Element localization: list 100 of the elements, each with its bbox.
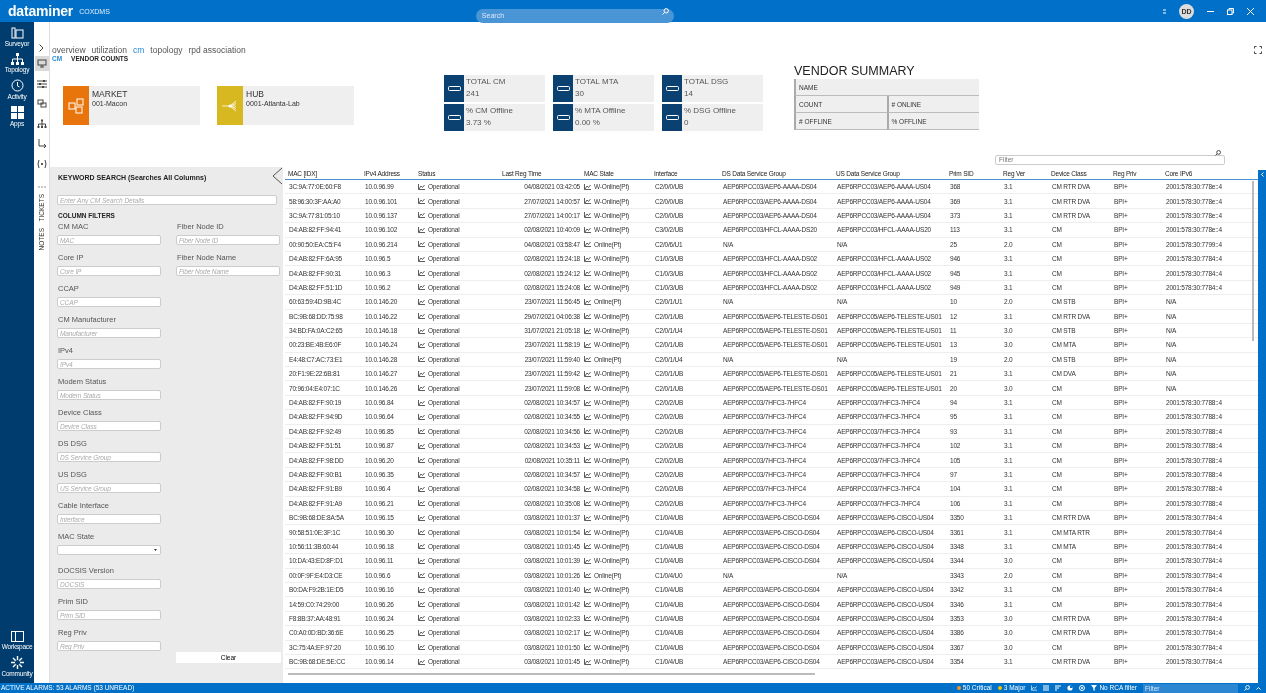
trend-icon bbox=[584, 485, 591, 492]
trend-icon bbox=[584, 226, 591, 233]
trend-icon bbox=[418, 514, 425, 521]
kpi-value: 30 bbox=[575, 89, 585, 98]
trend-icon bbox=[418, 241, 425, 248]
trend-icon bbox=[418, 658, 425, 665]
chevron-icon[interactable] bbox=[39, 44, 44, 52]
trend-icon bbox=[584, 500, 591, 507]
trend-icon[interactable] bbox=[1031, 685, 1038, 691]
layers-icon bbox=[37, 98, 47, 109]
trend-icon bbox=[418, 183, 425, 190]
trend-icon bbox=[418, 557, 425, 564]
trend-icon bbox=[584, 356, 591, 363]
trend-icon bbox=[584, 183, 591, 190]
server-icon bbox=[556, 115, 570, 120]
kpi-value: 0.00 % bbox=[575, 118, 601, 127]
tab[interactable]: overview bbox=[52, 45, 86, 55]
horizontal-scrollbar[interactable] bbox=[288, 673, 815, 676]
trend-icon bbox=[418, 457, 425, 464]
trend-icon bbox=[418, 356, 425, 363]
hub-icon bbox=[222, 99, 238, 112]
signal-icon bbox=[37, 158, 47, 169]
trend-icon bbox=[584, 241, 591, 248]
search-icon[interactable] bbox=[1244, 685, 1250, 691]
trend-icon bbox=[418, 226, 425, 233]
filter-icon[interactable] bbox=[1091, 685, 1098, 691]
collapse-icon[interactable] bbox=[272, 167, 283, 185]
kpi-label: TOTAL CM bbox=[466, 77, 506, 86]
chevron-icon bbox=[1260, 172, 1264, 177]
apps-icon bbox=[10, 106, 24, 119]
side-drawer-handle[interactable] bbox=[1258, 170, 1266, 683]
trend-icon bbox=[418, 413, 425, 420]
clock-icon bbox=[10, 79, 24, 92]
expand-icon[interactable] bbox=[1256, 686, 1261, 690]
trend-icon bbox=[584, 601, 591, 607]
pie-chart-icon[interactable] bbox=[1067, 685, 1074, 691]
connector-icon bbox=[37, 138, 47, 149]
trend-icon bbox=[418, 399, 425, 406]
trend-icon bbox=[418, 644, 425, 651]
trend-icon bbox=[584, 298, 591, 305]
tab[interactable]: topology bbox=[150, 45, 183, 55]
close-icon[interactable] bbox=[1247, 7, 1254, 15]
location-title: HUB bbox=[246, 89, 265, 99]
dropdown-arrow-icon bbox=[154, 549, 157, 551]
trend-icon bbox=[584, 514, 591, 521]
trend-icon bbox=[584, 457, 591, 464]
tab[interactable]: rpd association bbox=[188, 45, 246, 55]
trend-icon bbox=[418, 601, 425, 607]
tab[interactable]: utilization bbox=[91, 45, 127, 55]
trend-icon bbox=[584, 413, 591, 420]
tool-button[interactable] bbox=[35, 136, 49, 151]
server-icon bbox=[665, 86, 679, 91]
trend-icon bbox=[418, 342, 425, 348]
trend-icon bbox=[418, 327, 425, 334]
trend-icon bbox=[584, 270, 591, 277]
sliders-icon bbox=[37, 78, 47, 89]
target-icon[interactable] bbox=[1079, 685, 1086, 691]
hierarchy-icon bbox=[10, 53, 24, 65]
tab[interactable]: cm bbox=[133, 45, 145, 55]
kpi-value: 14 bbox=[684, 89, 694, 98]
list-icon[interactable] bbox=[1043, 685, 1050, 691]
kpi-value: 0 bbox=[684, 118, 690, 127]
trend-icon bbox=[584, 428, 591, 435]
trend-icon bbox=[584, 557, 591, 564]
trend-icon bbox=[584, 543, 591, 550]
trend-icon bbox=[584, 658, 591, 665]
kpi-label: % CM Offline bbox=[466, 106, 513, 115]
search-icon bbox=[661, 8, 669, 15]
trend-icon bbox=[418, 270, 425, 277]
trend-icon bbox=[418, 255, 425, 262]
trend-icon bbox=[584, 615, 591, 622]
trend-icon bbox=[584, 572, 591, 579]
trend-icon bbox=[584, 198, 591, 205]
sort-icon[interactable] bbox=[1055, 685, 1062, 691]
kpi-label: TOTAL MTA bbox=[575, 77, 619, 86]
hierarchy-icon bbox=[37, 118, 47, 129]
trend-icon bbox=[418, 212, 425, 219]
restore-icon[interactable] bbox=[1227, 7, 1234, 15]
server-icon bbox=[556, 86, 570, 91]
trend-icon bbox=[418, 471, 425, 478]
fullscreen-icon[interactable] bbox=[1254, 46, 1262, 54]
trend-icon bbox=[584, 586, 591, 593]
trend-icon bbox=[584, 385, 591, 392]
trend-icon bbox=[584, 342, 591, 348]
trend-icon bbox=[418, 615, 425, 622]
trend-icon bbox=[418, 485, 425, 492]
vertical-scrollbar[interactable] bbox=[1252, 181, 1254, 341]
trend-icon bbox=[418, 428, 425, 435]
market-icon bbox=[68, 97, 84, 114]
vendor-summary-title: VENDOR SUMMARY bbox=[794, 64, 916, 78]
trend-icon bbox=[584, 255, 591, 262]
star-burst-icon bbox=[10, 656, 24, 669]
kpi-label: % MTA Offline bbox=[575, 106, 626, 115]
menu-icon[interactable] bbox=[1163, 8, 1166, 14]
trend-icon bbox=[584, 212, 591, 219]
server-icon bbox=[447, 115, 461, 120]
trend-icon bbox=[584, 471, 591, 478]
trend-icon bbox=[418, 385, 425, 392]
tool-button[interactable] bbox=[35, 96, 49, 111]
surveyor-icon bbox=[10, 27, 24, 39]
